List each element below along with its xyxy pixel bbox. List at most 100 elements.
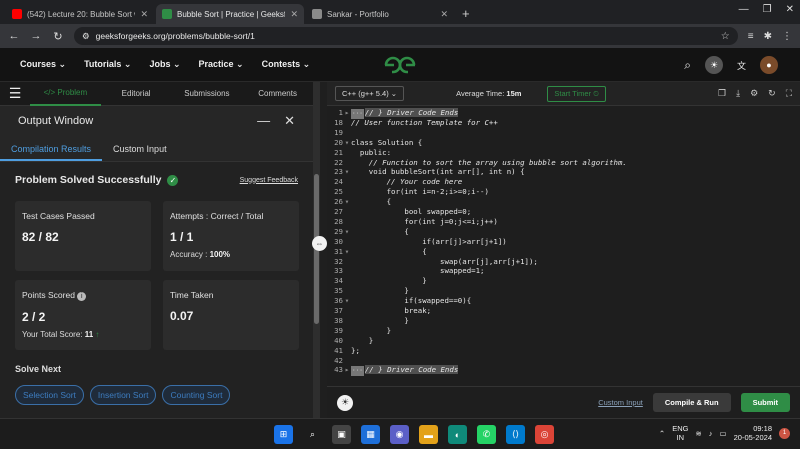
- code-line[interactable]: 38 }: [327, 316, 800, 326]
- translate-icon[interactable]: 文: [737, 59, 746, 72]
- info-icon[interactable]: i: [77, 292, 87, 301]
- vscode-icon[interactable]: ⟨⟩: [506, 425, 525, 444]
- browser-tab[interactable]: Sankar - Portfolio ✕: [306, 4, 454, 24]
- tab-comments[interactable]: Comments: [242, 89, 313, 98]
- next-problem-insertion-sort[interactable]: Insertion Sort: [89, 385, 157, 405]
- code-line[interactable]: 39 }: [327, 326, 800, 336]
- site-menu-item[interactable]: Tutorials ⌄: [84, 59, 131, 70]
- code-line[interactable]: 42: [327, 356, 800, 366]
- code-line[interactable]: 29 ▾ {: [327, 227, 800, 237]
- code-line[interactable]: 27 bool swapped=0;: [327, 207, 800, 217]
- code-line[interactable]: 28 for(int j=0;j<=i;j++): [327, 217, 800, 227]
- clock[interactable]: 09:18 20-05-2024: [734, 424, 772, 442]
- extensions-icon[interactable]: ✱: [764, 31, 772, 42]
- code-line[interactable]: 20 ▾ class Solution {: [327, 138, 800, 148]
- code-line[interactable]: 40 }: [327, 336, 800, 346]
- code-line[interactable]: 35 }: [327, 286, 800, 296]
- site-info-icon[interactable]: ⚙: [82, 31, 90, 42]
- submit-button[interactable]: Submit: [740, 393, 790, 412]
- code-editor[interactable]: 1 ▸ ···// } Driver Code Ends 18// User func…: [327, 106, 800, 386]
- start-timer-button[interactable]: Start Timer ⏲: [547, 85, 607, 102]
- suggest-feedback-link[interactable]: Suggest Feedback: [240, 177, 298, 184]
- notification-icon[interactable]: 1: [779, 427, 790, 439]
- fullscreen-icon[interactable]: ⛶: [786, 88, 792, 99]
- url-input[interactable]: ⚙ geeksforgeeks.org/problems/bubble-sort…: [74, 27, 738, 45]
- fold-icon[interactable]: ▸: [343, 365, 351, 375]
- language-select[interactable]: C++ (g++ 5.4) ⌄: [335, 86, 405, 101]
- site-menu-item[interactable]: Practice ⌄: [199, 59, 244, 70]
- compile-run-button[interactable]: Compile & Run: [652, 393, 731, 412]
- language-indicator[interactable]: ENG IN: [672, 424, 688, 442]
- code-line[interactable]: 33 swapped=1;: [327, 266, 800, 276]
- code-line[interactable]: 24 // Your code here: [327, 177, 800, 187]
- chevron-up-icon[interactable]: ⌃: [659, 429, 665, 438]
- search-taskbar-icon[interactable]: ⌕: [303, 425, 322, 444]
- code-line[interactable]: 37 break;: [327, 306, 800, 316]
- theme-toggle-icon[interactable]: ☀: [704, 56, 723, 74]
- lightbulb-icon[interactable]: ☀: [337, 394, 353, 411]
- search-icon[interactable]: ⌕: [684, 58, 691, 73]
- fold-icon[interactable]: ▾: [343, 167, 351, 177]
- minimize-icon[interactable]: —: [739, 4, 749, 15]
- copy-icon[interactable]: ❐: [718, 88, 726, 99]
- settings-icon[interactable]: ⚙: [750, 88, 758, 99]
- edge-icon[interactable]: ◐: [448, 425, 467, 444]
- tab-compilation-results[interactable]: Compilation Results: [0, 136, 103, 161]
- volume-icon[interactable]: ♪: [709, 429, 713, 438]
- tab-editorial[interactable]: Editorial: [101, 89, 172, 98]
- code-line[interactable]: 18 // User function Template for C++: [327, 118, 800, 128]
- code-line[interactable]: 19: [327, 128, 800, 138]
- code-line[interactable]: 36 ▾ if(swapped==0){: [327, 296, 800, 306]
- wifi-icon[interactable]: ≋: [695, 429, 701, 438]
- fold-icon[interactable]: ▾: [343, 227, 351, 237]
- reset-icon[interactable]: ↻: [768, 88, 776, 99]
- code-line[interactable]: 26 ▾ {: [327, 197, 800, 207]
- fold-icon[interactable]: ▾: [343, 247, 351, 257]
- browser-tab[interactable]: (542) Lecture 20: Bubble Sort w ✕: [6, 4, 154, 24]
- code-line[interactable]: 25 for(int i=n-2;i>=0;i--): [327, 187, 800, 197]
- code-line[interactable]: 41};: [327, 346, 800, 356]
- avatar[interactable]: ●: [760, 56, 778, 74]
- new-tab-button[interactable]: +: [462, 6, 470, 21]
- menu-kebab-icon[interactable]: ⋮: [782, 31, 792, 42]
- tab-close-icon[interactable]: ✕: [140, 9, 148, 20]
- hamburger-menu-icon[interactable]: ☰: [0, 85, 30, 102]
- site-menu-item[interactable]: Contests ⌄: [262, 59, 311, 70]
- code-line[interactable]: 34 }: [327, 276, 800, 286]
- task-view-icon[interactable]: ▣: [332, 425, 351, 444]
- reload-icon[interactable]: ↻: [52, 30, 64, 43]
- fold-icon[interactable]: ▾: [343, 296, 351, 306]
- bookmark-star-icon[interactable]: ☆: [721, 31, 730, 42]
- close-panel-icon[interactable]: ✕: [284, 113, 295, 129]
- reading-list-icon[interactable]: ≡: [748, 31, 754, 42]
- whatsapp-icon[interactable]: ✆: [477, 425, 496, 444]
- forward-icon[interactable]: →: [30, 30, 42, 42]
- code-line[interactable]: 30 if(arr[j]>arr[j+1]): [327, 237, 800, 247]
- close-window-icon[interactable]: ✕: [786, 4, 794, 15]
- browser-tab[interactable]: Bubble Sort | Practice | Geeksfo ✕: [156, 4, 304, 24]
- store-icon[interactable]: ▦: [361, 425, 380, 444]
- tab-close-icon[interactable]: ✕: [440, 9, 448, 20]
- collapsed-region-icon[interactable]: ···: [351, 366, 364, 377]
- back-icon[interactable]: ←: [8, 30, 20, 42]
- code-line[interactable]: 23 ▾ void bubbleSort(int arr[], int n) {: [327, 167, 800, 177]
- tab-close-icon[interactable]: ✕: [290, 9, 298, 20]
- site-menu-item[interactable]: Courses ⌄: [20, 59, 66, 70]
- fold-icon[interactable]: ▾: [343, 197, 351, 207]
- minimize-panel-icon[interactable]: —: [257, 113, 270, 129]
- code-line[interactable]: 1 ▸ ···// } Driver Code Ends: [327, 108, 800, 119]
- fold-icon[interactable]: ▸: [343, 108, 351, 118]
- code-line[interactable]: 32 swap(arr[j],arr[j+1]);: [327, 257, 800, 267]
- battery-icon[interactable]: ▭: [720, 429, 727, 438]
- start-windows-icon[interactable]: ⊞: [274, 425, 293, 444]
- code-line[interactable]: 21 public:: [327, 148, 800, 158]
- custom-input-link[interactable]: Custom Input: [598, 398, 643, 407]
- fold-icon[interactable]: ▾: [343, 138, 351, 148]
- gfg-logo-icon[interactable]: [382, 53, 418, 77]
- panel-resize-handle-icon[interactable]: ⇔: [312, 236, 327, 251]
- code-line[interactable]: 22 // Function to sort the array using b…: [327, 158, 800, 168]
- site-menu-item[interactable]: Jobs ⌄: [149, 59, 180, 70]
- tab-submissions[interactable]: Submissions: [172, 89, 243, 98]
- restore-icon[interactable]: ❐: [763, 4, 772, 15]
- next-problem-counting-sort[interactable]: Counting Sort: [162, 385, 231, 405]
